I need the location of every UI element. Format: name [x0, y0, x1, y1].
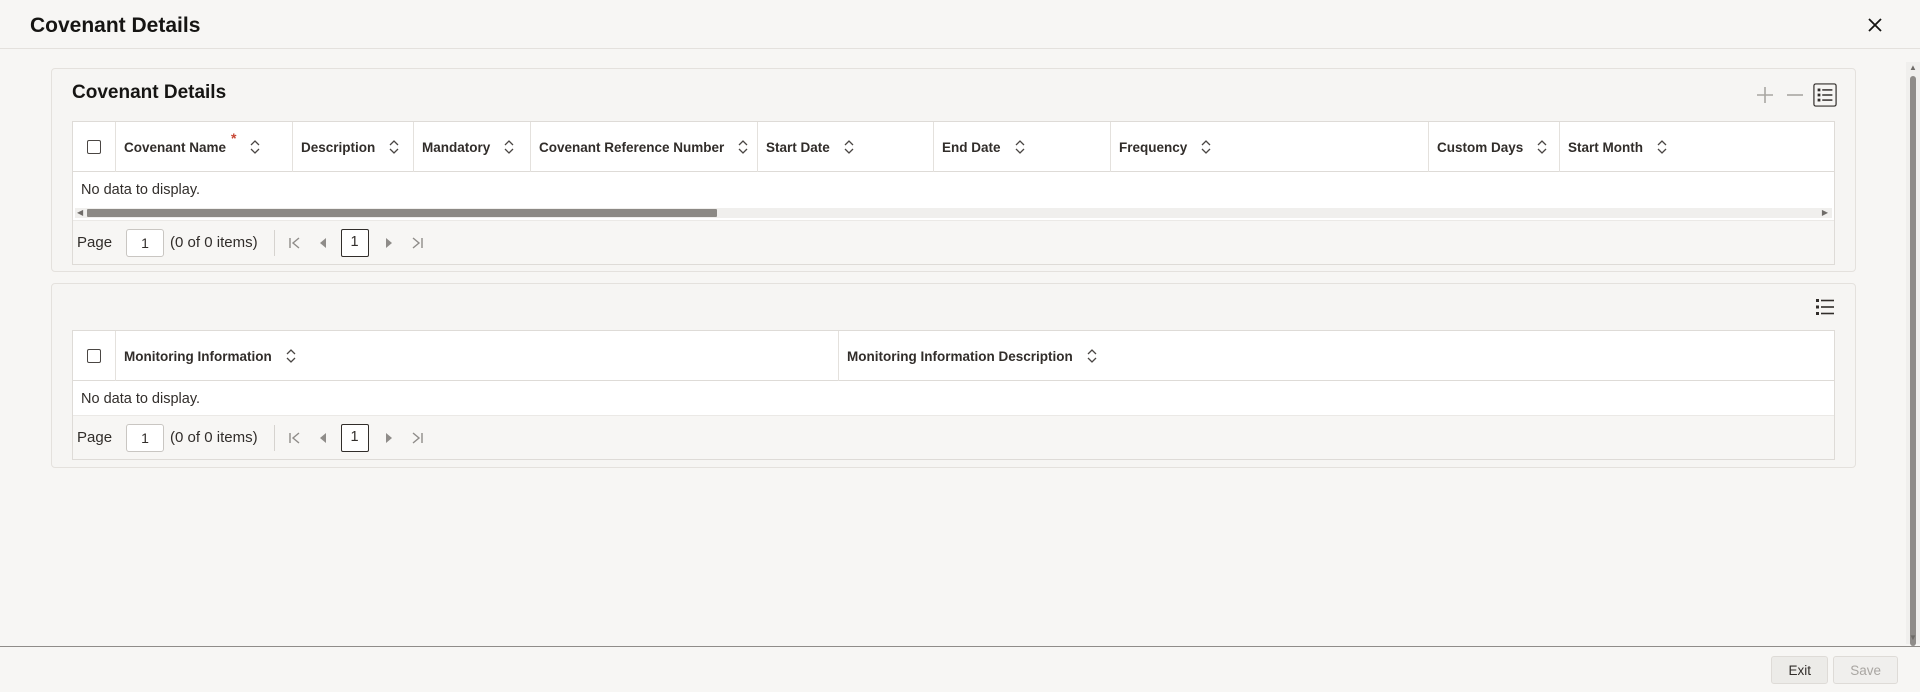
column-start-date[interactable]: Start Date [758, 122, 934, 172]
column-start-month[interactable]: Start Month [1560, 122, 1834, 172]
sort-icon[interactable] [1201, 140, 1211, 154]
previous-page-button[interactable] [313, 428, 333, 448]
pagination-bar: Page 1 (0 of 0 items) 1 [73, 220, 1834, 264]
grid-header: Covenant Name * Description Mandatory Co… [73, 122, 1834, 172]
panel-title: Covenant Details [72, 82, 227, 103]
vertical-scrollbar[interactable]: ▲ ▼ [1906, 62, 1920, 646]
select-all-checkbox[interactable] [87, 140, 101, 154]
scrollbar-thumb[interactable] [87, 209, 717, 217]
monitoring-information-panel: Monitoring Information Monitoring Inform… [51, 283, 1856, 468]
column-mandatory[interactable]: Mandatory [414, 122, 531, 172]
scroll-up-icon[interactable]: ▲ [1909, 64, 1917, 72]
column-monitoring-information[interactable]: Monitoring Information [116, 331, 839, 381]
first-page-button[interactable] [285, 233, 305, 253]
scroll-left-icon[interactable]: ◀ [77, 208, 83, 218]
page-label: Page [77, 234, 113, 251]
select-all-checkbox[interactable] [87, 349, 101, 363]
title-divider [0, 48, 1920, 49]
previous-page-button[interactable] [313, 233, 333, 253]
sort-icon[interactable] [504, 140, 514, 154]
next-page-button[interactable] [379, 233, 399, 253]
close-icon [1868, 18, 1882, 32]
first-page-icon [288, 431, 300, 444]
previous-page-icon [319, 432, 326, 443]
page-label: Page [77, 429, 113, 446]
scroll-down-icon[interactable]: ▼ [1909, 634, 1917, 642]
scroll-right-icon[interactable]: ▶ [1822, 208, 1828, 218]
last-page-button[interactable] [407, 233, 427, 253]
page-number-input[interactable]: 1 [126, 228, 165, 257]
dialog-footer: Exit Save [0, 647, 1920, 692]
current-page-button[interactable]: 1 [340, 423, 369, 452]
window-title: Covenant Details [30, 14, 201, 37]
minus-icon [1787, 94, 1803, 96]
covenant-grid: Covenant Name * Description Mandatory Co… [72, 121, 1835, 265]
horizontal-scrollbar[interactable]: ◀ ▶ [75, 208, 1832, 218]
add-row-button[interactable] [1753, 83, 1777, 107]
previous-page-icon [319, 237, 326, 248]
sort-icon[interactable] [389, 140, 399, 154]
last-page-icon [412, 236, 423, 249]
sort-icon[interactable] [250, 140, 260, 154]
grid-toolbar [1753, 83, 1837, 107]
pager-divider [273, 229, 275, 256]
pagination-bar: Page 1 (0 of 0 items) 1 [73, 415, 1834, 459]
column-frequency[interactable]: Frequency [1111, 122, 1429, 172]
sort-icon[interactable] [738, 140, 748, 154]
column-end-date[interactable]: End Date [934, 122, 1111, 172]
next-page-icon [385, 432, 392, 443]
empty-message: No data to display. [81, 182, 201, 198]
remove-row-button[interactable] [1783, 83, 1807, 107]
next-page-button[interactable] [379, 428, 399, 448]
pager-divider [273, 424, 275, 451]
last-page-button[interactable] [407, 428, 427, 448]
empty-message: No data to display. [81, 391, 201, 407]
sort-icon[interactable] [1657, 140, 1667, 154]
last-page-icon [412, 431, 423, 444]
exit-button[interactable]: Exit [1771, 656, 1828, 684]
close-button[interactable] [1864, 14, 1886, 36]
sort-icon[interactable] [1087, 349, 1097, 363]
current-page-button[interactable]: 1 [340, 228, 369, 257]
column-manager-button[interactable] [1813, 295, 1837, 319]
column-manager-button[interactable] [1813, 83, 1837, 107]
sort-icon[interactable] [1537, 140, 1547, 154]
sort-icon[interactable] [1015, 140, 1025, 154]
page-number-input[interactable]: 1 [126, 423, 165, 452]
list-icon [1813, 83, 1837, 107]
items-count: (0 of 0 items) [170, 429, 258, 446]
first-page-icon [288, 236, 300, 249]
save-button[interactable]: Save [1833, 656, 1898, 684]
column-covenant-name[interactable]: Covenant Name * [116, 122, 293, 172]
column-custom-days[interactable]: Custom Days [1429, 122, 1560, 172]
sort-icon[interactable] [844, 140, 854, 154]
list-icon [1816, 299, 1834, 315]
grid-toolbar [1813, 295, 1837, 319]
scrollbar-thumb[interactable] [1910, 76, 1916, 646]
items-count: (0 of 0 items) [170, 234, 258, 251]
column-description[interactable]: Description [293, 122, 414, 172]
plus-icon [1757, 87, 1773, 103]
required-marker: * [231, 130, 237, 146]
next-page-icon [385, 237, 392, 248]
select-all-cell [73, 331, 116, 381]
column-covenant-reference-number[interactable]: Covenant Reference Number [531, 122, 758, 172]
column-monitoring-information-description[interactable]: Monitoring Information Description [839, 331, 1834, 381]
first-page-button[interactable] [285, 428, 305, 448]
sort-icon[interactable] [286, 349, 296, 363]
grid-header: Monitoring Information Monitoring Inform… [73, 331, 1834, 381]
monitoring-grid: Monitoring Information Monitoring Inform… [72, 330, 1835, 460]
covenant-details-panel: Covenant Details Covenant Name * Descrip… [51, 68, 1856, 272]
select-all-cell [73, 122, 116, 172]
